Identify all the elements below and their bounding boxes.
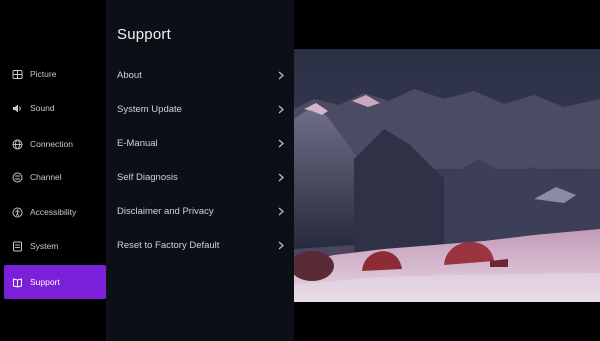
chevron-right-icon [277,138,285,148]
chevron-right-icon [277,104,285,114]
menu-item-label: E-Manual [117,137,158,149]
settings-sidebar: Picture Sound Connection Channel Accessibili… [0,0,106,341]
channel-icon [12,172,23,183]
sidebar-item-label: Support [30,277,60,287]
sidebar-item-channel[interactable]: Channel [4,161,106,193]
sound-icon [12,103,23,114]
chevron-right-icon [277,206,285,216]
accessibility-icon [12,207,23,218]
chevron-right-icon [277,70,285,80]
sidebar-item-sound[interactable]: Sound [4,92,106,124]
sidebar-item-accessibility[interactable]: Accessibility [4,196,106,228]
menu-item-label: About [117,69,142,81]
menu-item-reset-to-factory-default[interactable]: Reset to Factory Default [107,232,295,258]
sidebar-item-label: Channel [30,172,62,182]
sidebar-item-support[interactable]: Support [4,265,106,299]
sidebar-item-picture[interactable]: Picture [4,58,106,90]
sidebar-item-system[interactable]: System [4,230,106,262]
menu-item-system-update[interactable]: System Update [107,96,295,122]
sidebar-item-label: Sound [30,103,55,113]
preview-image [294,49,600,302]
picture-icon [12,69,23,80]
sidebar-item-connection[interactable]: Connection [4,128,106,160]
chevron-right-icon [277,240,285,250]
menu-item-disclaimer-and-privacy[interactable]: Disclaimer and Privacy [107,198,295,224]
page-title: Support [117,26,171,43]
menu-item-label: Disclaimer and Privacy [117,205,214,217]
support-panel: Support About System Update E-Manual Self D… [106,0,295,341]
chevron-right-icon [277,172,285,182]
menu-item-e-manual[interactable]: E-Manual [107,130,295,156]
sidebar-item-label: Picture [30,69,57,79]
menu-item-label: Reset to Factory Default [117,239,220,251]
menu-item-self-diagnosis[interactable]: Self Diagnosis [107,164,295,190]
menu-item-about[interactable]: About [107,62,295,88]
preview-area [294,0,600,341]
sidebar-item-label: Connection [30,139,74,149]
sidebar-item-label: System [30,241,59,251]
menu-item-label: System Update [117,103,182,115]
system-icon [12,241,23,252]
globe-icon [12,139,23,150]
menu-item-label: Self Diagnosis [117,171,178,183]
sidebar-item-label: Accessibility [30,207,77,217]
support-icon [12,277,23,288]
